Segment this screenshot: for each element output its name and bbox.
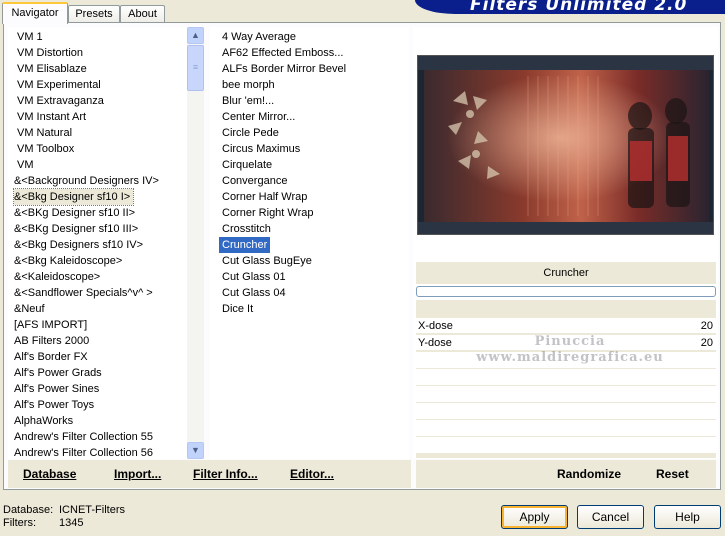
scroll-down-icon[interactable]: ▼ <box>187 442 204 459</box>
scroll-up-icon[interactable]: ▲ <box>187 27 204 44</box>
tab-navigator[interactable]: Navigator <box>2 2 68 24</box>
filter-item[interactable]: Blur 'em!... <box>222 93 274 109</box>
category-item[interactable]: AlphaWorks <box>14 413 73 429</box>
param-slot <box>416 386 716 402</box>
status-database-label: Database: <box>3 504 54 516</box>
filter-item[interactable]: Cirquelate <box>222 157 272 173</box>
filter-item[interactable]: Cruncher <box>219 237 271 253</box>
filter-item[interactable]: Dice It <box>222 301 253 317</box>
filter-item[interactable]: AF62 Effected Emboss... <box>222 45 343 61</box>
category-item[interactable]: VM Natural <box>17 125 72 141</box>
editor-label: Editor... <box>290 467 335 481</box>
category-item[interactable]: VM 1 <box>17 29 43 45</box>
import-button[interactable]: Import... <box>114 467 161 481</box>
watermark: Pinuccia www.maldiregrafica.eu <box>440 334 700 366</box>
filter-list[interactable]: 4 Way Average AF62 Effected Emboss... ALFs… <box>210 27 409 459</box>
database-label: Database <box>23 467 77 481</box>
filter-item[interactable]: Circle Pede <box>222 125 279 141</box>
param-label: X-dose <box>418 320 453 332</box>
filter-item[interactable]: Cut Glass 01 <box>222 269 286 285</box>
category-item[interactable]: VM Instant Art <box>17 109 86 125</box>
filter-info-label: Filter Info... <box>193 467 258 481</box>
category-list[interactable]: VM 1 VM Distortion VM Elisablaze VM Experim… <box>8 27 204 459</box>
param-slot <box>416 420 716 436</box>
reset-button[interactable]: Reset <box>656 467 689 481</box>
database-button[interactable]: Database <box>23 467 76 481</box>
status-filters-value: 1345 <box>59 517 84 529</box>
status-filters-label: Filters: <box>3 517 36 529</box>
app-title-banner: Filters Unlimited 2.0 <box>415 0 725 14</box>
category-item[interactable]: &<Bkg Kaleidoscope> <box>14 253 122 269</box>
filter-item[interactable]: ALFs Border Mirror Bevel <box>222 61 346 77</box>
progress-bar <box>416 286 716 297</box>
param-x-dose[interactable]: X-dose 20 <box>416 318 716 334</box>
category-item[interactable]: AB Filters 2000 <box>14 333 89 349</box>
filter-item[interactable]: Cut Glass 04 <box>222 285 286 301</box>
preview-image <box>417 55 714 235</box>
editor-button[interactable]: Editor... <box>290 467 334 481</box>
filter-item[interactable]: Center Mirror... <box>222 109 295 125</box>
scroll-thumb[interactable]: ≡ <box>187 45 204 91</box>
category-item[interactable]: &<Background Designers IV> <box>14 173 159 189</box>
param-slot <box>416 369 716 385</box>
cancel-button[interactable]: Cancel <box>577 505 644 529</box>
category-scrollbar[interactable]: ▲ ≡ ▼ <box>187 27 204 459</box>
filter-item[interactable]: Crosstitch <box>222 221 271 237</box>
watermark-line2: www.maldiregrafica.eu <box>476 350 664 365</box>
filter-item[interactable]: Circus Maximus <box>222 141 300 157</box>
filter-item[interactable]: Cut Glass BugEye <box>222 253 312 269</box>
watermark-line1: Pinuccia <box>534 334 606 349</box>
command-bar-left: Database Import... Filter Info... Editor… <box>8 460 411 488</box>
category-item[interactable]: Andrew's Filter Collection 56 <box>14 445 153 459</box>
category-item[interactable]: VM <box>17 157 34 173</box>
filter-item[interactable]: Convergance <box>222 173 287 189</box>
category-item[interactable]: VM Extravaganza <box>17 93 104 109</box>
category-item[interactable]: [AFS IMPORT] <box>14 317 87 333</box>
category-item[interactable]: VM Experimental <box>17 77 101 93</box>
category-item[interactable]: &<BKg Designer sf10 III> <box>14 221 138 237</box>
status-filters: Filters: 1345 <box>3 517 83 530</box>
param-value[interactable]: 20 <box>701 318 713 334</box>
help-button[interactable]: Help <box>654 505 721 529</box>
category-item[interactable]: Alf's Power Toys <box>14 397 94 413</box>
status-database-value: ICNET-Filters <box>59 504 125 516</box>
category-item[interactable]: VM Toolbox <box>17 141 74 157</box>
apply-button[interactable]: Apply <box>501 505 568 529</box>
param-slot <box>416 437 716 453</box>
category-item[interactable]: Andrew's Filter Collection 55 <box>14 429 153 445</box>
category-item[interactable]: Alf's Power Grads <box>14 365 102 381</box>
category-item[interactable]: &<Kaleidoscope> <box>14 269 100 285</box>
param-slot <box>416 403 716 419</box>
app-title: Filters Unlimited 2.0 <box>470 0 688 14</box>
category-item[interactable]: &<Sandflower Specials^v^ > <box>14 285 153 301</box>
category-item[interactable]: VM Elisablaze <box>17 61 87 77</box>
import-label: Import... <box>114 467 162 481</box>
category-item[interactable]: &<Bkg Designers sf10 IV> <box>14 237 143 253</box>
category-item[interactable]: Alf's Power Sines <box>14 381 99 397</box>
selected-filter-name: Cruncher <box>416 262 716 284</box>
category-item[interactable]: &Neuf <box>14 301 45 317</box>
filter-item[interactable]: 4 Way Average <box>222 29 296 45</box>
category-item[interactable]: VM Distortion <box>17 45 83 61</box>
filter-item[interactable]: Corner Half Wrap <box>222 189 307 205</box>
filter-info-button[interactable]: Filter Info... <box>193 467 258 481</box>
category-item[interactable]: &<Bkg Designer sf10 I> <box>12 188 135 206</box>
filter-item[interactable]: Corner Right Wrap <box>222 205 314 221</box>
param-value[interactable]: 20 <box>701 335 713 351</box>
category-item[interactable]: &<BKg Designer sf10 II> <box>14 205 135 221</box>
filter-item[interactable]: bee morph <box>222 77 275 93</box>
category-item[interactable]: Alf's Border FX <box>14 349 88 365</box>
command-bar-right: Randomize Reset <box>416 460 716 488</box>
status-database: Database: ICNET-Filters <box>3 504 125 517</box>
randomize-button[interactable]: Randomize <box>557 467 621 481</box>
